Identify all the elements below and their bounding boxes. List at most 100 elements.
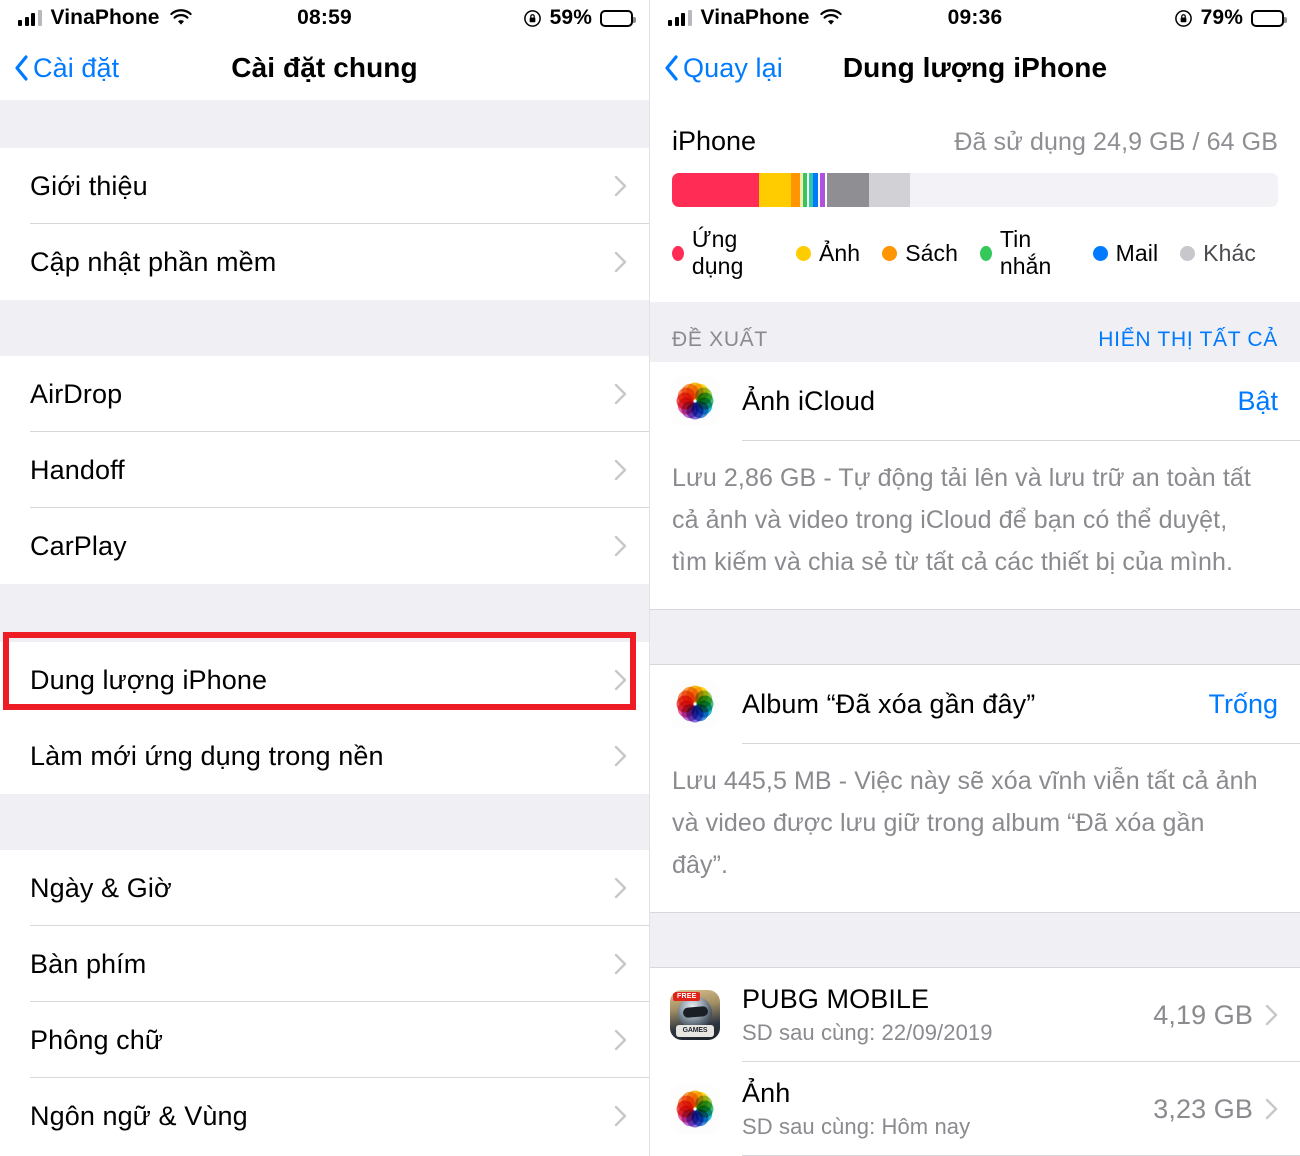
back-button-quay-lai[interactable]: Quay lại bbox=[664, 53, 783, 84]
right-phone-screen: VinaPhone 09:36 79% ⚡ Quay lại Dung lượn… bbox=[650, 0, 1300, 1156]
chevron-right-icon bbox=[614, 175, 627, 197]
legend-color-dot bbox=[882, 245, 898, 261]
chevron-left-icon bbox=[665, 55, 678, 81]
sidebar-item-dung-luong-iphone[interactable]: Dung lượng iPhone bbox=[0, 642, 649, 718]
settings-group-2: AirDrop Handoff CarPlay bbox=[0, 356, 649, 584]
battery-charging-icon: ⚡ bbox=[600, 9, 636, 27]
legend-label: Khác bbox=[1203, 239, 1256, 266]
back-button-label: Quay lại bbox=[683, 52, 783, 83]
sidebar-item-label: Phông chữ bbox=[30, 1024, 164, 1055]
storage-bar-segment bbox=[759, 173, 791, 207]
legend-color-dot bbox=[1180, 245, 1196, 261]
chevron-right-icon bbox=[614, 953, 627, 975]
left-phone-screen: VinaPhone 08:59 59% ⚡ Cài đặt Cài đặt ch… bbox=[0, 0, 650, 1156]
section-header-title: ĐỀ XUẤT bbox=[672, 328, 768, 351]
app-last-used: SD sau cùng: 22/09/2019 bbox=[742, 1020, 993, 1045]
sidebar-item-gioi-thieu[interactable]: Giới thiệu bbox=[0, 148, 649, 224]
chevron-right-icon bbox=[1265, 1098, 1278, 1120]
rotation-lock-icon bbox=[523, 9, 541, 27]
app-size: 3,23 GB bbox=[1153, 1093, 1253, 1124]
app-name: Ảnh bbox=[742, 1078, 791, 1108]
storage-used-label: Đã sử dụng 24,9 GB / 64 GB bbox=[954, 128, 1278, 156]
sidebar-item-label: Handoff bbox=[30, 454, 125, 485]
photos-app-icon bbox=[670, 679, 720, 729]
storage-legend-item: Ứng dụng bbox=[672, 226, 774, 280]
sidebar-item-phong-chu[interactable]: Phông chữ bbox=[0, 1002, 649, 1078]
rotation-lock-icon bbox=[1174, 9, 1192, 27]
chevron-left-icon bbox=[15, 55, 28, 81]
chevron-right-icon bbox=[1265, 1004, 1278, 1026]
back-button-settings[interactable]: Cài đặt bbox=[14, 53, 119, 84]
storage-bar-segment bbox=[790, 173, 801, 207]
recommendations-section-header: ĐỀ XUẤT HIỂN THỊ TẤT CẢ bbox=[650, 302, 1300, 362]
settings-group-1: Giới thiệu Cập nhật phần mềm bbox=[0, 148, 649, 300]
status-bar-left: VinaPhone 08:59 59% ⚡ bbox=[0, 0, 649, 36]
storage-bar-segment bbox=[672, 173, 760, 207]
legend-label: Ứng dụng bbox=[691, 226, 744, 279]
app-row-anh[interactable]: Ảnh SD sau cùng: Hôm nay 3,23 GB bbox=[650, 1062, 1300, 1156]
sidebar-item-airdrop[interactable]: AirDrop bbox=[0, 356, 649, 432]
status-bar-right-group: 59% ⚡ bbox=[523, 6, 636, 30]
settings-group-3: Dung lượng iPhone Làm mới ứng dụng trong… bbox=[0, 632, 649, 794]
legend-label: Ảnh bbox=[818, 239, 861, 266]
legend-label: Tin nhắn bbox=[999, 226, 1052, 279]
sidebar-item-ngay-gio[interactable]: Ngày & Giờ bbox=[0, 850, 649, 926]
storage-usage-bar bbox=[672, 173, 1278, 207]
sidebar-item-handoff[interactable]: Handoff bbox=[0, 432, 649, 508]
show-all-button[interactable]: HIỂN THỊ TẤT CẢ bbox=[1098, 328, 1278, 352]
recommendation-row-recently-deleted[interactable]: Album “Đã xóa gần đây” Trống bbox=[650, 665, 1300, 743]
sidebar-item-label: Bàn phím bbox=[30, 948, 147, 979]
recommendation-state: Trống bbox=[1208, 688, 1278, 719]
app-row-pubg-mobile[interactable]: FREE GAMES PUBG MOBILE SD sau cùng: 22/09… bbox=[650, 968, 1300, 1062]
storage-legend-item: Ảnh bbox=[795, 239, 861, 267]
recommendation-description: Lưu 2,86 GB - Tự động tải lên và lưu trữ… bbox=[650, 441, 1300, 609]
section-gap bbox=[650, 912, 1300, 968]
chevron-right-icon bbox=[614, 669, 627, 691]
section-gap bbox=[0, 300, 649, 356]
app-last-used: SD sau cùng: Hôm nay bbox=[742, 1114, 971, 1139]
recommendation-state: Bật bbox=[1237, 385, 1278, 416]
sidebar-item-lam-moi-ung-dung-trong-nen[interactable]: Làm mới ứng dụng trong nền bbox=[0, 718, 649, 794]
legend-label: Sách bbox=[905, 239, 959, 266]
recommendation-row-icloud-photos[interactable]: Ảnh iCloud Bật bbox=[650, 362, 1300, 440]
legend-label: Mail bbox=[1115, 239, 1159, 266]
photos-app-icon bbox=[670, 376, 720, 426]
sidebar-item-cap-nhat-phan-mem[interactable]: Cập nhật phần mềm bbox=[0, 224, 649, 300]
sidebar-item-label: Ngày & Giờ bbox=[30, 872, 172, 903]
chevron-right-icon bbox=[614, 383, 627, 405]
legend-color-dot bbox=[672, 245, 684, 261]
storage-bar-segment bbox=[868, 173, 911, 207]
sidebar-item-ngon-ngu-vung[interactable]: Ngôn ngữ & Vùng bbox=[0, 1078, 649, 1154]
app-name: PUBG MOBILE bbox=[742, 984, 930, 1014]
recommendation-title: Album “Đã xóa gần đây” bbox=[742, 688, 1036, 719]
settings-group-4: Ngày & Giờ Bàn phím Phông chữ Ngôn ngữ &… bbox=[0, 850, 649, 1154]
storage-legend-item: Tin nhắn bbox=[980, 226, 1071, 280]
storage-legend-item: Sách bbox=[882, 240, 958, 267]
legend-color-dot bbox=[1092, 245, 1108, 261]
dual-screenshot-container: VinaPhone 08:59 59% ⚡ Cài đặt Cài đặt ch… bbox=[0, 0, 1300, 1156]
app-meta: PUBG MOBILE SD sau cùng: 22/09/2019 bbox=[742, 984, 993, 1046]
legend-color-dot bbox=[795, 245, 811, 261]
photos-app-icon bbox=[670, 1084, 720, 1134]
storage-summary: iPhone Đã sử dụng 24,9 GB / 64 GB Ứng dụ… bbox=[650, 100, 1300, 280]
back-button-label: Cài đặt bbox=[33, 52, 120, 83]
section-gap bbox=[650, 609, 1300, 665]
pubg-mobile-app-icon: FREE GAMES bbox=[670, 990, 720, 1040]
nav-bar-right: Quay lại Dung lượng iPhone bbox=[650, 36, 1300, 100]
sidebar-item-label: CarPlay bbox=[30, 530, 127, 561]
battery-percent-label: 79% bbox=[1200, 6, 1243, 29]
battery-percent-label: 59% bbox=[549, 6, 592, 29]
sidebar-item-label: AirDrop bbox=[30, 378, 123, 409]
storage-summary-line: iPhone Đã sử dụng 24,9 GB / 64 GB bbox=[672, 126, 1278, 157]
sidebar-item-ban-phim[interactable]: Bàn phím bbox=[0, 926, 649, 1002]
storage-legend: Ứng dụng Ảnh Sách Tin nhắn Mail Khác bbox=[672, 226, 1278, 280]
status-bar-right: VinaPhone 09:36 79% ⚡ bbox=[650, 0, 1300, 36]
battery-charging-icon: ⚡ bbox=[1251, 9, 1287, 27]
chevron-right-icon bbox=[614, 1105, 627, 1127]
nav-bar-left: Cài đặt Cài đặt chung bbox=[0, 36, 649, 100]
sidebar-item-label: Cập nhật phần mềm bbox=[30, 246, 277, 277]
chevron-right-icon bbox=[614, 877, 627, 899]
chevron-right-icon bbox=[614, 535, 627, 557]
sidebar-item-carplay[interactable]: CarPlay bbox=[0, 508, 649, 584]
section-gap bbox=[0, 584, 649, 642]
